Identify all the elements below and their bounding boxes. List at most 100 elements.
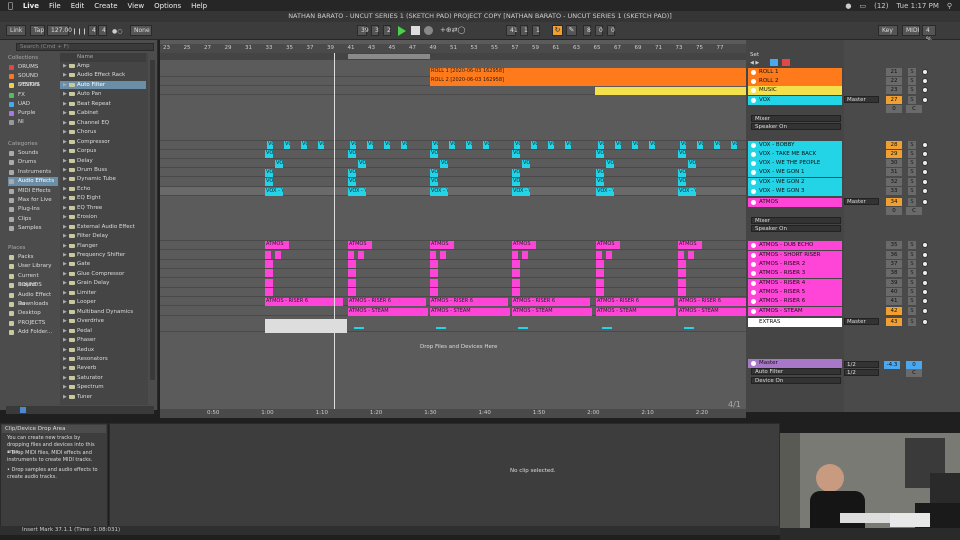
clip-vox-bobby[interactable]: VOX [301, 141, 307, 149]
expand-triangle-icon[interactable]: ▶ [63, 260, 67, 269]
category-sounds[interactable]: Sounds [8, 149, 58, 158]
clip-atmos-short-riser[interactable] [678, 251, 684, 259]
menu-help[interactable]: Help [191, 2, 207, 10]
clip-atmos-riser-3[interactable] [596, 269, 604, 277]
collection-ni[interactable]: NI [8, 118, 58, 127]
clip-atmos-short-riser[interactable] [348, 251, 354, 259]
track-number[interactable]: 21 [886, 68, 902, 76]
track-header[interactable]: ATMOS - SHORT RISER [748, 251, 842, 260]
clip-atmos-short-riser[interactable] [688, 251, 694, 259]
track-number[interactable]: 31 [886, 168, 902, 176]
track-header[interactable]: ATMOS - RISER 4 [748, 279, 842, 288]
clip-vox-take-me-back[interactable]: VOX [265, 150, 273, 158]
track-number[interactable]: 43 [886, 318, 902, 326]
master-pan[interactable]: 0 [906, 361, 922, 369]
midi-map-button[interactable]: MIDI [902, 25, 920, 36]
expand-triangle-icon[interactable]: ▶ [63, 138, 67, 147]
clip-atmos-steam[interactable]: ATMOS - STEAM [430, 308, 510, 316]
clip-atmos-riser-5[interactable] [265, 288, 273, 296]
browser-item[interactable]: ▶ Looper [60, 298, 146, 307]
clip-atmos-riser-4[interactable] [265, 279, 273, 287]
browser-item[interactable]: ▶ Echo [60, 185, 146, 194]
clip-music[interactable] [595, 87, 746, 95]
expand-triangle-icon[interactable]: ▶ [63, 364, 67, 373]
clip-vox-we-the-people[interactable]: VOX [606, 160, 614, 168]
clip-atmos-dub-echo[interactable]: ATMOS [596, 241, 620, 249]
track-activator-icon[interactable] [751, 243, 756, 248]
group-pan[interactable]: 0 [886, 207, 902, 215]
clip-atmos-riser-4[interactable] [348, 279, 356, 287]
arm-button[interactable] [922, 97, 928, 103]
browser-item[interactable]: ▶ Redux [60, 346, 146, 355]
place-downloads[interactable]: Downloads [8, 300, 58, 309]
clip-vox-bobby[interactable]: VOX [466, 141, 472, 149]
group-pan[interactable]: 0 [886, 105, 902, 113]
solo-button[interactable]: S [908, 241, 916, 249]
solo-button[interactable]: S [908, 68, 916, 76]
browser-item[interactable]: ▶ Flanger [60, 242, 146, 251]
track-activator-icon[interactable] [751, 200, 756, 205]
track-number[interactable]: 27 [886, 96, 902, 104]
browser-item[interactable]: ▶ Gate [60, 260, 146, 269]
browser-item[interactable]: ▶ Amp [60, 62, 146, 71]
clip-atmos-short-riser[interactable] [358, 251, 364, 259]
collection-synths[interactable]: SYNTHS [8, 81, 58, 90]
clip-atmos-riser-3[interactable] [678, 269, 686, 277]
solo-button[interactable]: S [908, 77, 916, 85]
solo-button[interactable]: S [908, 307, 916, 315]
track-activator-icon[interactable] [751, 271, 756, 276]
track-number[interactable]: 29 [886, 150, 902, 158]
position-beat[interactable]: 3 [371, 25, 379, 36]
expand-triangle-icon[interactable]: ▶ [63, 100, 67, 109]
menu-create[interactable]: Create [94, 2, 117, 10]
track-activator-icon[interactable] [751, 320, 756, 325]
arm-button[interactable] [922, 169, 928, 175]
clip-vox-bobby[interactable]: VOX [714, 141, 720, 149]
clip-atmos-riser-3[interactable] [430, 269, 438, 277]
track-number[interactable]: 35 [886, 241, 902, 249]
clip-atmos-riser-6[interactable]: ATMOS - RISER 6 [512, 298, 590, 306]
solo-button[interactable]: S [908, 141, 916, 149]
loop-icon[interactable]: ↻ [552, 25, 563, 36]
metronome-toggle-icon[interactable]: ●○ [112, 28, 122, 35]
clip-vox-bobby[interactable]: VOX [514, 141, 520, 149]
track-lane[interactable] [160, 260, 746, 269]
position-bar[interactable]: 39 [357, 25, 369, 36]
clip-atmos-riser-6[interactable]: ATMOS - RISER 6 [430, 298, 508, 306]
expand-triangle-icon[interactable]: ▶ [63, 71, 67, 80]
browser-item[interactable]: ▶ Drum Buss [60, 166, 146, 175]
expand-triangle-icon[interactable]: ▶ [63, 270, 67, 279]
collection-purple[interactable]: Purple [8, 109, 58, 118]
expand-triangle-icon[interactable]: ▶ [63, 204, 67, 213]
browser-item[interactable]: ▶ Dynamic Tube [60, 175, 146, 184]
category-max-for-live[interactable]: Max for Live [8, 196, 58, 205]
play-icon[interactable] [398, 26, 406, 36]
track-activator-icon[interactable] [751, 189, 756, 194]
category-clips[interactable]: Clips [8, 215, 58, 224]
name-column-header[interactable]: Name [60, 53, 146, 62]
clip-vox-bobby[interactable]: VOX [483, 141, 489, 149]
arm-button[interactable] [922, 242, 928, 248]
loop-start-bar[interactable]: 41 [506, 25, 518, 36]
master-volume[interactable]: -4.3 [884, 361, 900, 369]
master-track-header[interactable]: Master [748, 359, 842, 368]
locator-nav-icon[interactable]: ◀ ▶ [750, 60, 759, 66]
beat-ruler[interactable]: 23 25 27 29 31 33 35 37 39 41 43 45 47 49 51 53 55 57 59 61… [160, 44, 746, 53]
clip-vox-bobby[interactable]: VOX [318, 141, 324, 149]
browser-item[interactable]: ▶ External Audio Effect [60, 223, 146, 232]
clip-vox-bobby[interactable]: VOX [284, 141, 290, 149]
track-header[interactable]: ATMOS - RISER 3 [748, 269, 842, 278]
solo-button[interactable]: S [908, 96, 916, 104]
track-header[interactable]: VOX - WE GON 1 [748, 168, 842, 177]
solo-button[interactable]: S [908, 150, 916, 158]
clip-vox-we-gon-3[interactable]: VOX - V [430, 188, 448, 196]
arm-button[interactable] [922, 142, 928, 148]
expand-triangle-icon[interactable]: ▶ [63, 279, 67, 288]
preview-icon[interactable] [20, 407, 26, 413]
clip-vox-we-gon-2[interactable]: VOX [430, 178, 438, 186]
browser-item[interactable]: ▶ Audio Effect Rack [60, 71, 146, 80]
clip-vox-we-gon-2[interactable]: VOX [348, 178, 356, 186]
browser-item[interactable]: ▶ Limiter [60, 289, 146, 298]
group-output-routing[interactable]: Master [844, 198, 879, 205]
clip-vox-we-the-people[interactable]: VOX [275, 160, 283, 168]
